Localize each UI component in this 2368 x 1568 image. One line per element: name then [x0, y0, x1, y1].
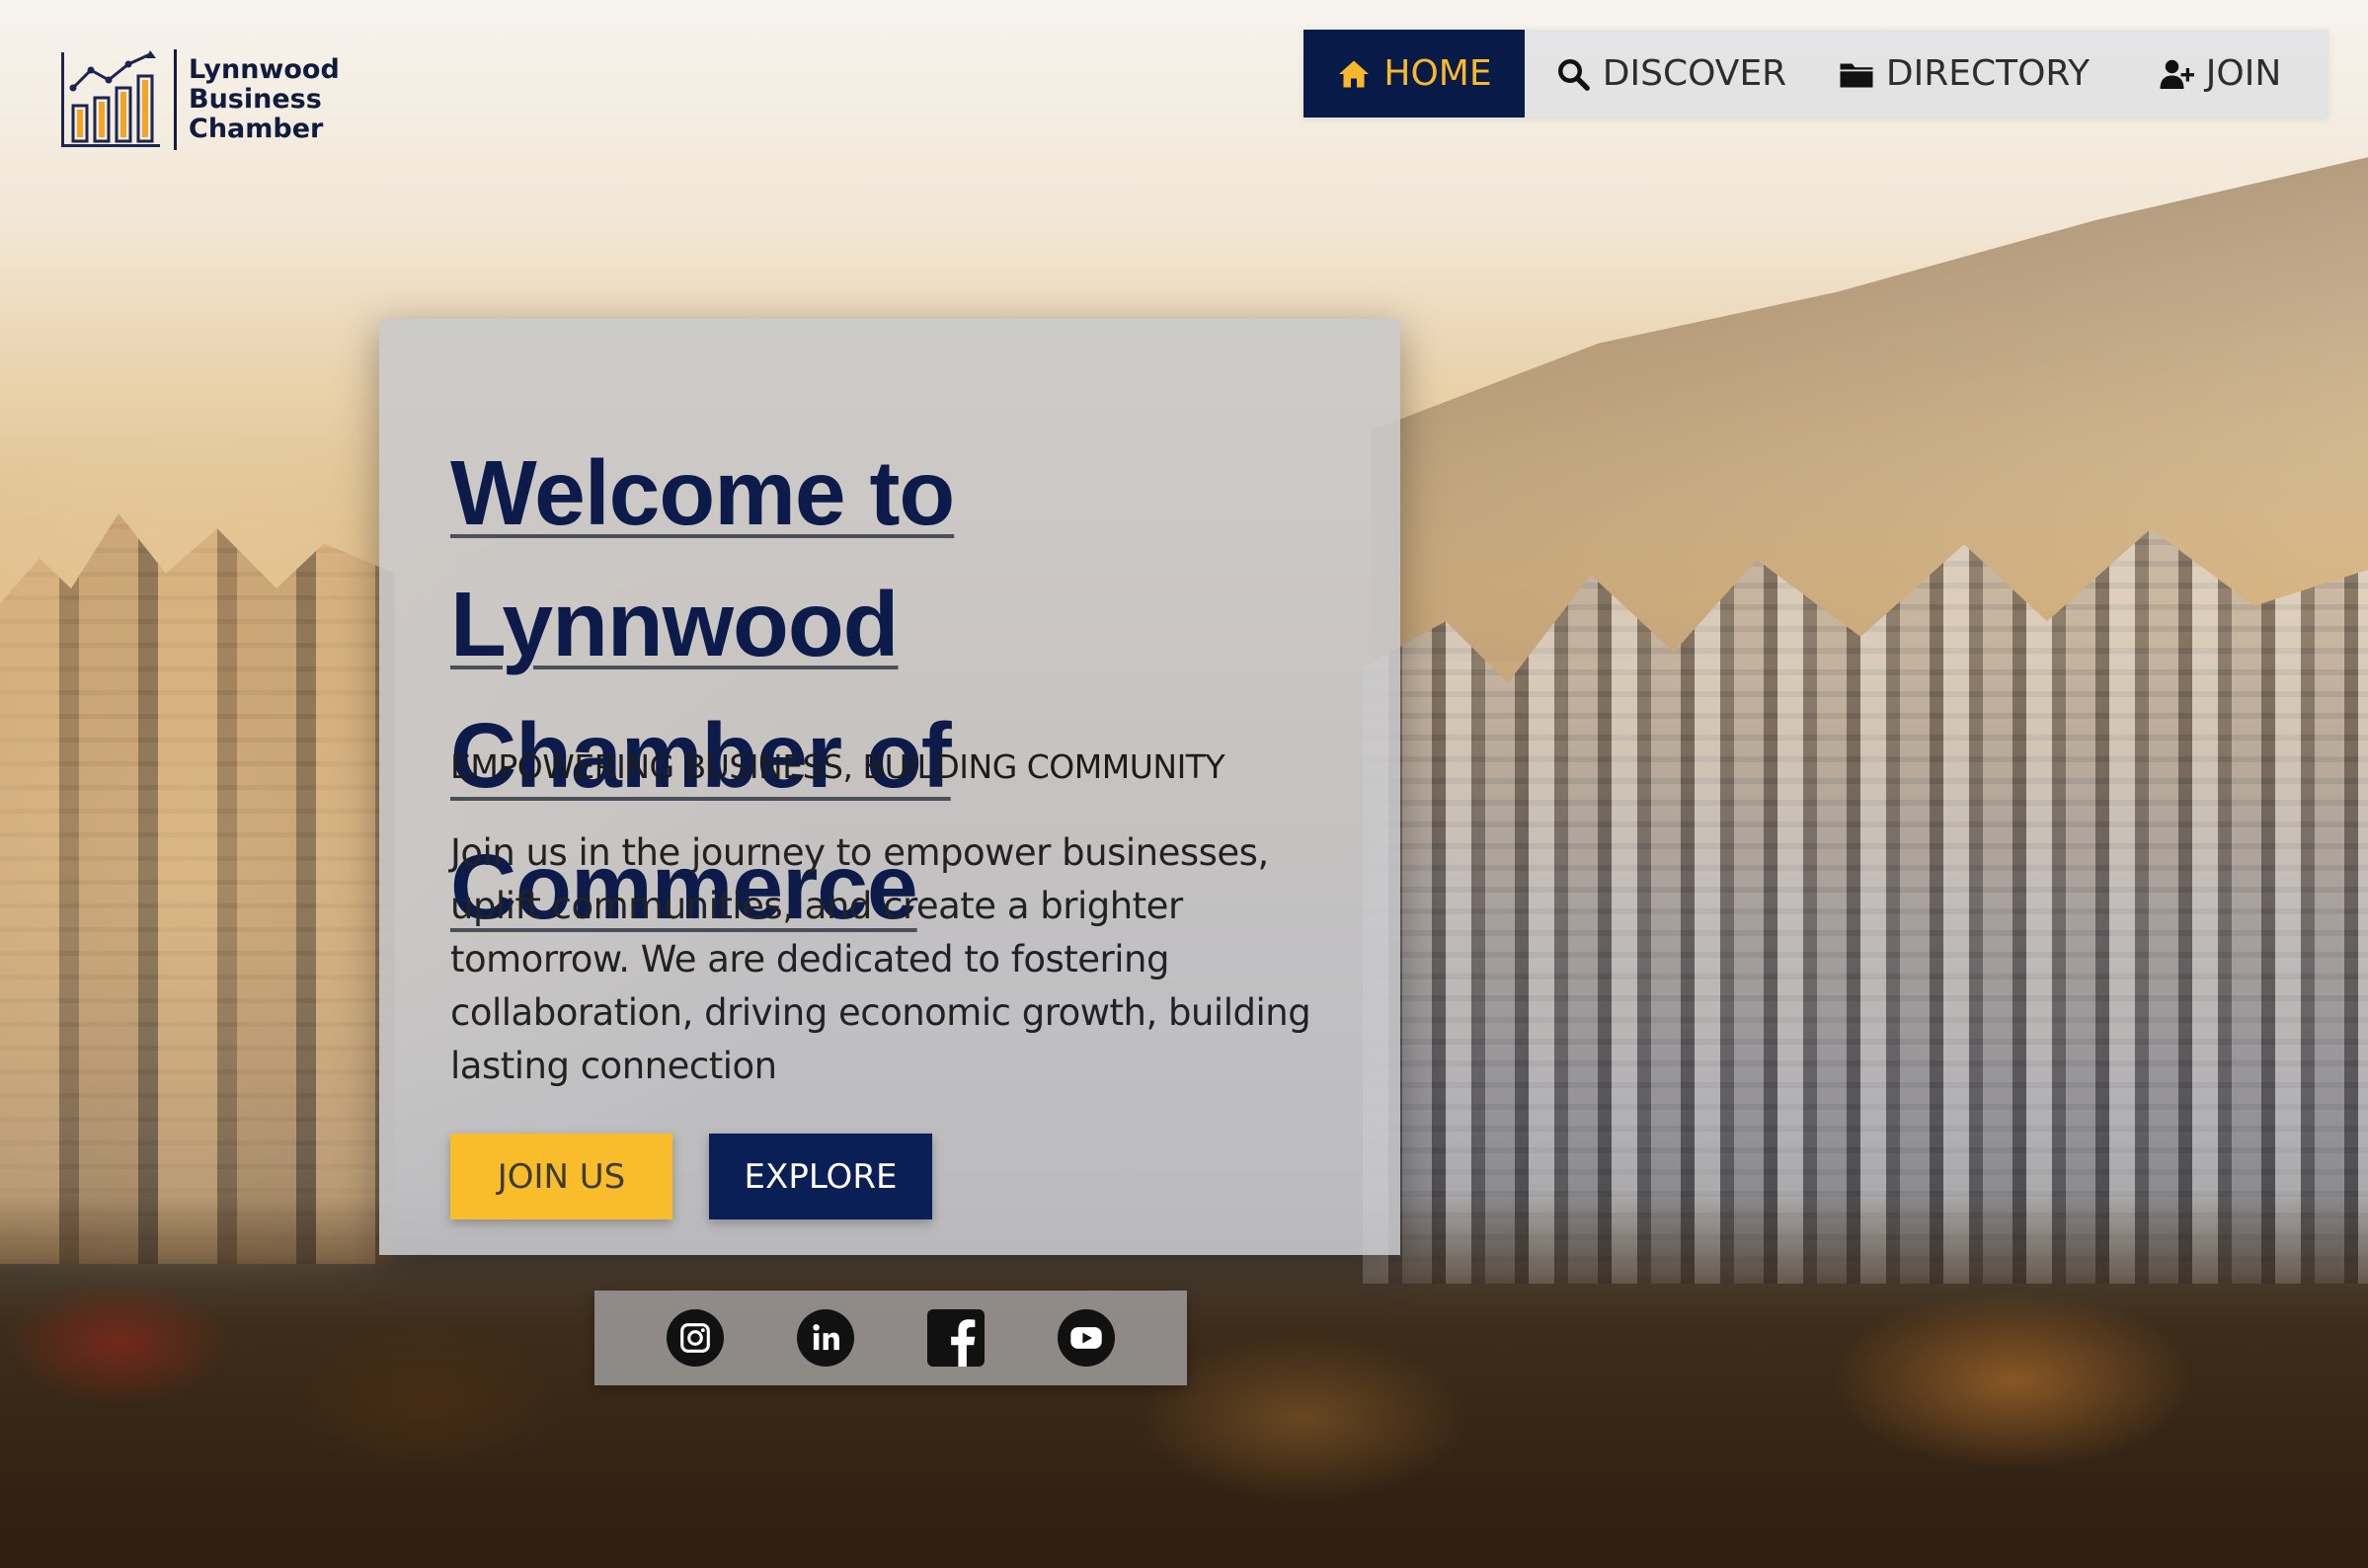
facebook-icon[interactable] [927, 1309, 985, 1367]
nav-discover-label: DISCOVER [1602, 53, 1787, 94]
hero-description-line: collaboration, driving economic growth, … [450, 991, 1311, 1034]
home-icon [1339, 60, 1370, 87]
nav-join[interactable]: JOIN [2111, 30, 2329, 118]
join-us-button[interactable]: JOIN US [450, 1134, 672, 1219]
explore-button[interactable]: EXPLORE [709, 1134, 932, 1219]
logo-line-3: Chamber [189, 113, 324, 144]
main-nav: HOME DISCOVER DIRECTORY JOIN [1303, 30, 2329, 118]
logo-wordmark: Lynnwood Business Chamber [189, 53, 340, 144]
hero-tagline: EMPOWERING BUSINESS, BUILDING COMMUNITY [450, 747, 1225, 786]
bar-chart-logo-icon [61, 49, 160, 147]
nav-directory[interactable]: DIRECTORY [1817, 30, 2111, 118]
hero-description-line: lasting connection [450, 1045, 777, 1087]
site-logo[interactable]: Lynnwood Business Chamber [59, 47, 340, 151]
social-links-bar [594, 1291, 1187, 1385]
logo-line-2: Business [189, 83, 322, 115]
hero-description-line: tomorrow. We are dedicated to fostering [450, 938, 1169, 980]
logo-line-1: Lynnwood [189, 53, 340, 85]
search-icon [1557, 58, 1590, 91]
folder-icon [1840, 63, 1873, 87]
hero-description-line: Join us in the journey to empower busine… [450, 831, 1269, 874]
add-user-icon [2160, 59, 2194, 89]
nav-directory-label: DIRECTORY [1885, 53, 2091, 94]
linkedin-icon[interactable] [797, 1309, 854, 1367]
nav-discover[interactable]: DISCOVER [1525, 30, 1817, 118]
hero-description-line: uplift communities, and create a brighte… [450, 885, 1183, 927]
logo-divider [174, 48, 177, 150]
hero-card: Welcome to Lynnwood Chamber of Commerce … [379, 319, 1400, 1255]
hero-title-line-1[interactable]: Welcome to Lynnwood [450, 441, 955, 675]
city-skyline-left [0, 513, 395, 1264]
nav-home[interactable]: HOME [1303, 30, 1525, 118]
instagram-icon[interactable] [667, 1309, 724, 1367]
nav-home-label: HOME [1383, 53, 1492, 94]
nav-join-label: JOIN [2205, 53, 2282, 94]
hero-description: Join us in the journey to empower busine… [450, 826, 1339, 1093]
youtube-icon[interactable] [1058, 1309, 1115, 1367]
